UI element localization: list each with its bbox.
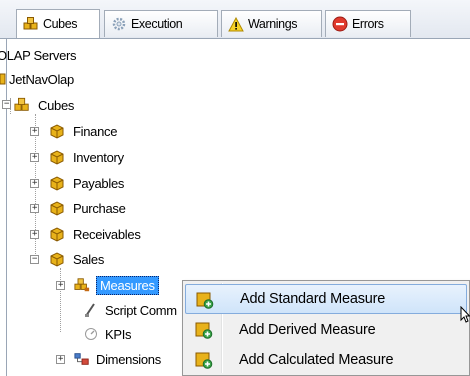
tree-node-sales[interactable]: − Sales: [29, 248, 104, 270]
tree-node-label: Receivables: [73, 226, 141, 242]
tree-node-dimensions[interactable]: + Dimensions: [55, 348, 161, 370]
tab-execution[interactable]: Execution: [104, 10, 218, 37]
tree-node-inventory[interactable]: + Inventory: [29, 146, 124, 168]
expand-icon[interactable]: +: [30, 230, 39, 239]
add-measure-icon: [195, 321, 213, 342]
tree-node-measures[interactable]: + Measures: [55, 274, 159, 296]
context-menu: Add Standard Measure Add Derived Measure…: [182, 280, 470, 376]
server-icon: [0, 71, 6, 87]
expand-icon[interactable]: +: [56, 355, 65, 364]
tree-node-script-commands[interactable]: Script Comm: [55, 299, 177, 321]
collapse-icon[interactable]: −: [30, 255, 39, 264]
expand-icon[interactable]: +: [30, 179, 39, 188]
script-icon: [83, 302, 99, 318]
cube-icon: [49, 226, 65, 242]
tab-execution-label: Execution: [131, 17, 183, 31]
tree-node-label: JetNavOlap: [9, 71, 74, 87]
error-icon: [332, 16, 348, 32]
gear-icon: [111, 16, 127, 32]
menu-item-label: Add Calculated Measure: [239, 352, 394, 368]
expand-icon[interactable]: +: [30, 127, 39, 136]
cube-icon: [49, 149, 65, 165]
tree-node-label: Script Comm: [105, 302, 177, 318]
tree-node-cubes[interactable]: − Cubes: [0, 94, 74, 116]
tree-node-label: KPIs: [105, 326, 132, 342]
tree-node-label: Payables: [73, 175, 125, 191]
tree-node-label: Measures: [96, 275, 159, 295]
warning-icon: [228, 16, 244, 32]
cube-icon: [49, 123, 65, 139]
menu-item-label: Add Standard Measure: [240, 291, 386, 307]
tree-node-receivables[interactable]: + Receivables: [29, 223, 141, 245]
cube-icon: [49, 200, 65, 216]
expand-icon[interactable]: +: [56, 281, 65, 290]
tree-node-label: Sales: [73, 251, 105, 267]
cubes-folder-icon: [14, 97, 30, 113]
menu-item-label: Add Derived Measure: [239, 322, 376, 338]
expand-icon[interactable]: +: [30, 153, 39, 162]
menu-item-add-standard-measure[interactable]: Add Standard Measure: [185, 284, 467, 314]
expand-icon[interactable]: +: [30, 204, 39, 213]
tab-warnings[interactable]: Warnings: [221, 10, 322, 37]
tree-node-label: Cubes: [38, 97, 75, 113]
tree-node-purchase[interactable]: + Purchase: [29, 197, 126, 219]
tree-node-label: Finance: [73, 123, 118, 139]
tree-node-label: Dimensions: [96, 351, 161, 367]
cube-icon: [49, 251, 65, 267]
dimensions-icon: [74, 351, 90, 367]
add-measure-icon: [196, 291, 214, 312]
tree-node-kpis[interactable]: KPIs: [55, 323, 132, 345]
menu-item-add-derived-measure[interactable]: Add Derived Measure: [185, 315, 467, 345]
tab-bar: Cubes Execution Warnings Errors: [0, 0, 470, 39]
tab-cubes-label: Cubes: [43, 17, 78, 31]
menu-item-add-calculated-measure[interactable]: Add Calculated Measure: [185, 345, 467, 375]
cube-icon: [49, 175, 65, 191]
tab-errors-label: Errors: [352, 17, 384, 31]
tree-node-label: OLAP Servers: [0, 47, 77, 63]
tree-node-olap-servers[interactable]: OLAP Servers: [0, 44, 77, 66]
tab-cubes[interactable]: Cubes: [16, 9, 100, 38]
tree-node-label: Inventory: [73, 149, 124, 165]
cubes-icon: [23, 16, 39, 32]
tree-node-label: Purchase: [73, 200, 126, 216]
add-measure-icon: [195, 351, 213, 372]
tab-warnings-label: Warnings: [248, 17, 298, 31]
measures-icon: [74, 277, 90, 293]
mouse-cursor-icon: [460, 305, 470, 327]
tree-node-finance[interactable]: + Finance: [29, 120, 117, 142]
tree-node-server[interactable]: JetNavOlap: [0, 68, 74, 90]
tab-errors[interactable]: Errors: [325, 10, 411, 37]
kpi-icon: [83, 326, 99, 342]
collapse-icon[interactable]: −: [2, 100, 11, 109]
tree-node-payables[interactable]: + Payables: [29, 172, 124, 194]
